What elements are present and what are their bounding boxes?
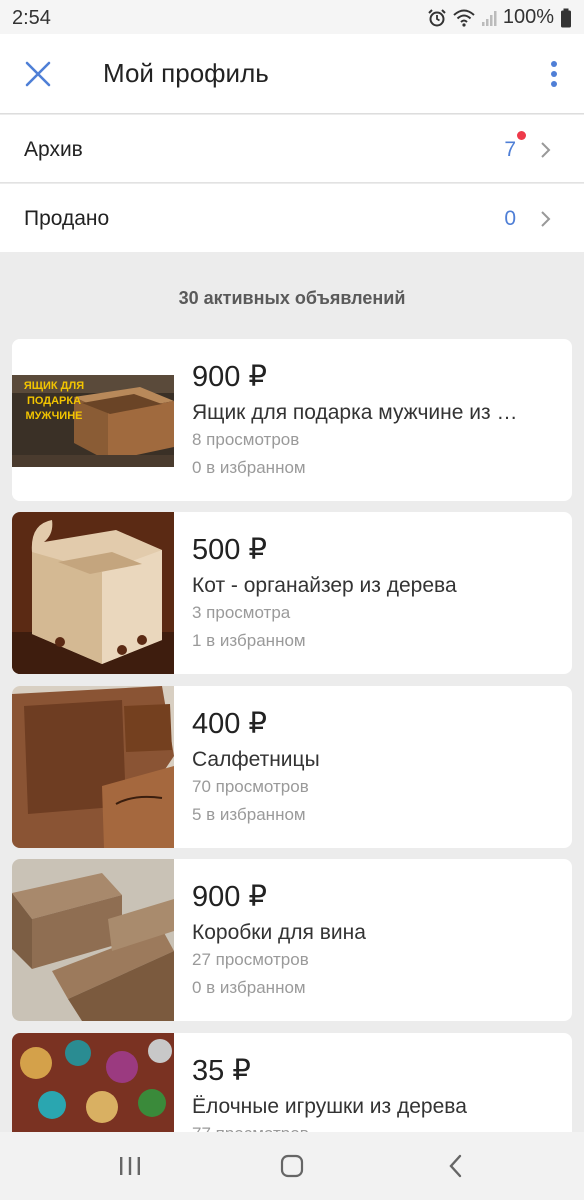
system-nav-bar [0, 1132, 584, 1200]
archive-row[interactable]: Архив 7 [0, 115, 584, 183]
listing-price: 500 ₽ [192, 534, 267, 566]
active-listings-count: 30 активных объявлений [178, 288, 406, 308]
listing-views: 8 просмотров [192, 430, 300, 449]
recent-apps-button[interactable] [110, 1150, 150, 1182]
archive-label: Архив [24, 138, 83, 161]
listing-title: Коробки для вина [192, 921, 366, 944]
listing-thumbnail [12, 686, 174, 848]
more-options-button[interactable] [542, 54, 566, 94]
listing-title: Ящик для подарка мужчине из … [192, 401, 518, 424]
chevron-right-icon [541, 211, 551, 227]
listing-price: 900 ₽ [192, 361, 267, 393]
battery-icon [561, 8, 571, 27]
listing-price: 900 ₽ [192, 881, 267, 913]
battery-level: 100% [502, 6, 554, 28]
recent-apps-icon [120, 1157, 140, 1175]
page-title: Мой профиль [103, 58, 269, 88]
listing-views: 27 просмотров [192, 950, 309, 969]
listing-favorites: 1 в избранном [192, 631, 306, 650]
status-bar: 2:54 100% [0, 0, 584, 34]
listing-price: 400 ₽ [192, 708, 267, 740]
sold-row[interactable]: Продано 0 [0, 184, 584, 252]
home-icon [280, 1154, 304, 1178]
wifi-icon [453, 9, 475, 27]
listing-title: Салфетницы [192, 748, 320, 771]
listing-title: Кот - органайзер из дерева [192, 574, 457, 597]
close-button[interactable] [18, 54, 58, 94]
listing-favorites: 0 в избранном [192, 978, 306, 997]
more-vertical-icon [551, 61, 557, 87]
app-bar: Мой профиль [0, 34, 584, 114]
notification-dot [517, 131, 526, 140]
listing-thumbnail: ЯЩИК ДЛЯ ПОДАРКА МУЖЧИНЕ [12, 339, 174, 501]
archive-count: 7 [504, 138, 516, 161]
signal-icon [481, 10, 497, 26]
listing-thumbnail [12, 859, 174, 1021]
listing-card[interactable]: 900 ₽ Коробки для вина 27 просмотров 0 в… [12, 859, 572, 1021]
sold-label: Продано [24, 207, 110, 230]
status-icons: 100% [427, 6, 572, 29]
listing-views: 70 просмотров [192, 777, 309, 796]
sold-count: 0 [504, 207, 516, 230]
listing-favorites: 0 в избранном [192, 458, 306, 477]
back-button[interactable] [436, 1150, 476, 1182]
home-button[interactable] [272, 1150, 312, 1182]
listing-title: Ёлочные игрушки из дерева [192, 1095, 467, 1118]
status-time: 2:54 [12, 7, 51, 29]
close-icon [25, 61, 51, 87]
alarm-icon [428, 8, 446, 26]
listing-card[interactable]: ЯЩИК ДЛЯ ПОДАРКА МУЖЧИНЕ 900 ₽ Ящик для … [12, 339, 572, 501]
back-icon [449, 1154, 462, 1178]
listing-thumbnail [12, 512, 174, 674]
thumbnail-caption: ЯЩИК ДЛЯ ПОДАРКА МУЖЧИНЕ [23, 380, 85, 422]
listing-views: 3 просмотра [192, 603, 291, 622]
listing-card[interactable]: 400 ₽ Салфетницы 70 просмотров 5 в избра… [12, 686, 572, 848]
listing-favorites: 5 в избранном [192, 805, 306, 824]
listing-card[interactable]: 500 ₽ Кот - органайзер из дерева 3 просм… [12, 512, 572, 674]
chevron-right-icon [541, 142, 551, 158]
listing-price: 35 ₽ [192, 1055, 251, 1087]
